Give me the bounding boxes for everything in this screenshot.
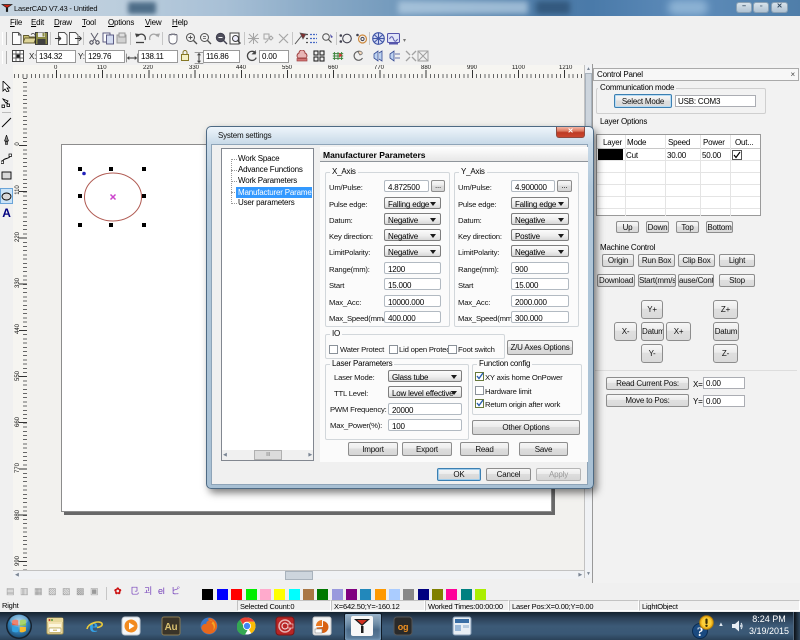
svg-text:e: e xyxy=(89,616,97,636)
svg-text:og: og xyxy=(398,622,409,632)
svg-text:Au: Au xyxy=(165,622,178,633)
